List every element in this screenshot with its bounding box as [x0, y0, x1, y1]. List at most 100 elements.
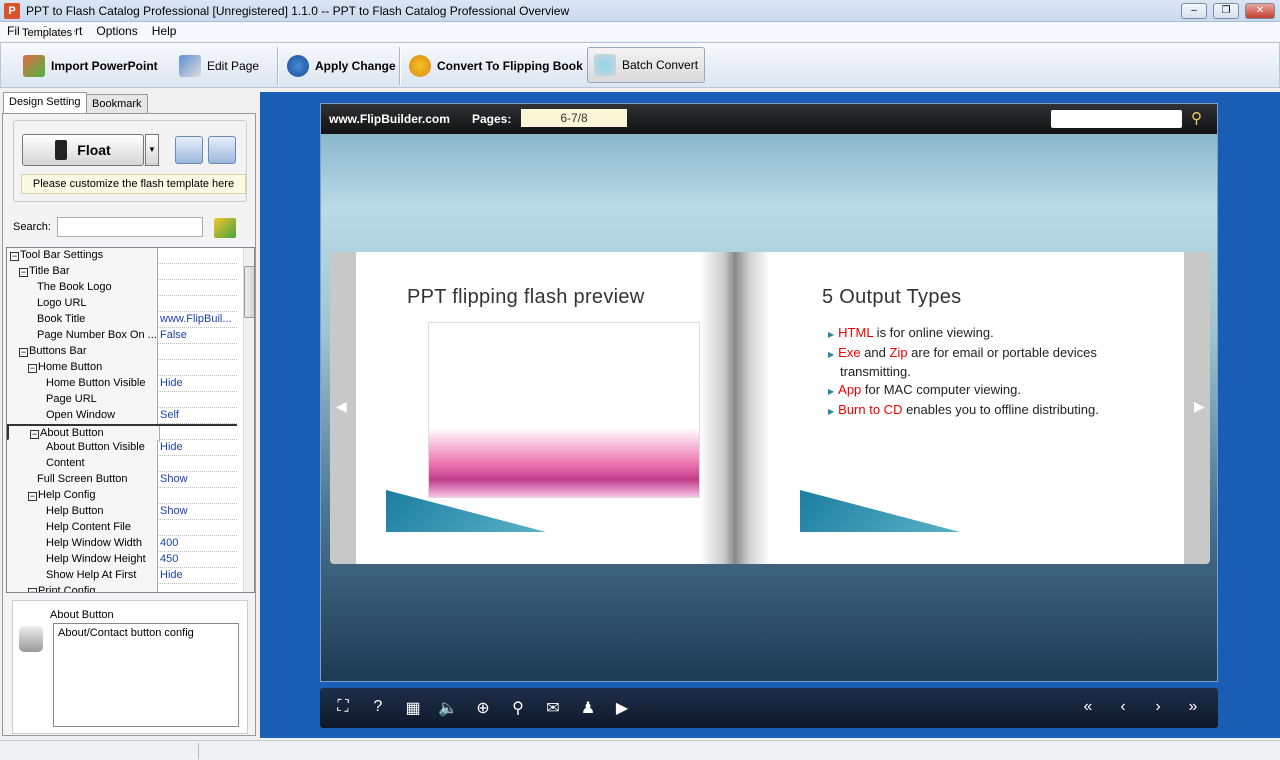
property-label: Tool Bar Settings — [20, 249, 104, 261]
property-row[interactable]: − Tool Bar Settings — [7, 248, 237, 264]
status-bar — [0, 740, 1280, 760]
property-row[interactable]: − Home Button — [7, 360, 237, 376]
divider — [399, 47, 401, 85]
prev-page-icon[interactable]: ‹ — [1113, 698, 1133, 716]
property-value[interactable]: www.FlipBuil... — [160, 312, 232, 327]
flipbook-viewer: www.FlipBuilder.com Pages: 6-7/8 ⚲ ◀ ▶ P… — [320, 103, 1218, 682]
share-icon[interactable]: ♟ — [578, 698, 598, 718]
search-tree-icon[interactable] — [214, 218, 236, 238]
template-select-button[interactable]: Float — [22, 134, 144, 166]
toolbar: Import PowerPoint Edit Page Apply Change… — [0, 42, 1280, 88]
property-label: Full Screen Button — [37, 473, 128, 485]
property-row[interactable]: Help Window Height 450 — [7, 552, 237, 568]
next-page-icon[interactable]: › — [1148, 698, 1168, 716]
pages-label: Pages: — [472, 112, 512, 126]
help-icon[interactable]: ? — [368, 698, 388, 716]
batch-convert-button[interactable]: Batch Convert — [587, 47, 706, 83]
property-value[interactable]: Hide — [160, 568, 183, 583]
edit-template-icon[interactable] — [175, 136, 203, 164]
divider — [277, 47, 279, 85]
first-page-icon[interactable]: « — [1078, 698, 1098, 716]
collapse-icon[interactable]: − — [28, 492, 37, 501]
property-row[interactable]: Book Title www.FlipBuil... — [7, 312, 237, 328]
search-icon[interactable]: ⚲ — [508, 698, 528, 718]
email-icon[interactable]: ✉ — [543, 698, 563, 718]
property-name: Page Number Box On ... — [7, 328, 158, 344]
text: is for online viewing. — [873, 325, 994, 340]
page-number-box[interactable]: 6-7/8 — [521, 109, 627, 127]
book-icon — [55, 140, 68, 160]
collapse-icon[interactable]: − — [10, 252, 19, 261]
viewer-search-input[interactable] — [1051, 110, 1182, 128]
maximize-button[interactable]: ❐ — [1213, 3, 1239, 19]
property-row[interactable]: − About Button — [7, 424, 237, 442]
property-value[interactable]: 400 — [160, 536, 178, 551]
property-value[interactable]: Show — [160, 504, 188, 519]
sound-icon[interactable]: 🔈 — [438, 698, 458, 718]
save-template-icon[interactable] — [208, 136, 236, 164]
zoom-in-icon[interactable]: ⊕ — [473, 698, 493, 718]
property-row[interactable]: − Print Config — [7, 584, 237, 592]
prev-page-arrow[interactable]: ◀ — [336, 398, 347, 415]
convert-button[interactable]: Convert To Flipping Book — [403, 48, 589, 84]
property-value[interactable]: False — [160, 328, 187, 343]
tab-design-setting[interactable]: Design Setting — [3, 92, 87, 114]
property-row[interactable]: Content — [7, 456, 237, 472]
property-row[interactable]: About Button Visible Hide — [7, 440, 237, 456]
property-row[interactable]: Home Button Visible Hide — [7, 376, 237, 392]
search-input[interactable] — [57, 217, 203, 237]
import-powerpoint-button[interactable]: Import PowerPoint — [17, 48, 164, 84]
property-row[interactable]: Open Window Self — [7, 408, 237, 424]
property-row[interactable]: − Buttons Bar — [7, 344, 237, 360]
description-text: About/Contact button config — [53, 623, 239, 727]
fullscreen-icon[interactable]: ⛶ — [333, 698, 353, 716]
property-row[interactable]: Help Window Width 400 — [7, 536, 237, 552]
scrollbar-thumb[interactable] — [244, 266, 254, 318]
window-title: PPT to Flash Catalog Professional [Unreg… — [26, 4, 570, 18]
property-row[interactable]: Page Number Box On ... False — [7, 328, 237, 344]
menu-options[interactable]: Options — [89, 22, 144, 38]
property-row[interactable]: Show Help At First Hide — [7, 568, 237, 584]
property-label: Page Number Box On ... — [37, 329, 157, 341]
thumbnails-icon[interactable]: ▦ — [403, 698, 423, 718]
collapse-icon[interactable]: − — [30, 430, 39, 439]
property-label: Home Button — [38, 361, 103, 373]
property-row[interactable]: Full Screen Button Show — [7, 472, 237, 488]
minimize-button[interactable]: – — [1181, 3, 1207, 19]
search-icon[interactable]: ⚲ — [1191, 109, 1202, 127]
property-row[interactable]: Help Content File — [7, 520, 237, 536]
site-title[interactable]: www.FlipBuilder.com — [329, 112, 450, 126]
property-row[interactable]: Logo URL — [7, 296, 237, 312]
bullet-item: ▶ HTML is for online viewing. — [828, 324, 1148, 343]
autoplay-icon[interactable]: ▶ — [612, 698, 632, 718]
property-row[interactable]: − Title Bar — [7, 264, 237, 280]
property-value[interactable]: Self — [160, 408, 179, 423]
right-page-title: 5 Output Types — [822, 286, 962, 308]
collapse-icon[interactable]: − — [28, 364, 37, 373]
property-label: Book Title — [37, 313, 86, 325]
property-value[interactable]: Hide — [160, 376, 183, 391]
tab-bookmark[interactable]: Bookmark — [86, 94, 148, 114]
property-row[interactable]: The Book Logo — [7, 280, 237, 296]
last-page-icon[interactable]: » — [1183, 698, 1203, 716]
highlight: App — [838, 382, 862, 397]
gear-icon — [409, 55, 431, 77]
bullet-arrow-icon: ▶ — [828, 387, 835, 396]
collapse-icon[interactable]: − — [28, 588, 37, 592]
property-label: Home Button Visible — [46, 377, 146, 389]
property-value[interactable]: 450 — [160, 552, 178, 567]
close-button[interactable]: ✕ — [1245, 3, 1275, 19]
template-dropdown-arrow[interactable]: ▼ — [145, 134, 159, 166]
apply-change-button[interactable]: Apply Change — [281, 48, 402, 84]
property-row[interactable]: Help Button Show — [7, 504, 237, 520]
collapse-icon[interactable]: − — [19, 268, 28, 277]
property-value[interactable]: Hide — [160, 440, 183, 455]
collapse-icon[interactable]: − — [19, 348, 28, 357]
book: ◀ ▶ PPT flipping flash preview 5 Output … — [330, 252, 1210, 564]
menu-help[interactable]: Help — [145, 22, 184, 38]
property-value[interactable]: Show — [160, 472, 188, 487]
property-row[interactable]: − Help Config — [7, 488, 237, 504]
property-row[interactable]: Page URL — [7, 392, 237, 408]
edit-page-button[interactable]: Edit Page — [173, 48, 265, 84]
next-page-arrow[interactable]: ▶ — [1194, 398, 1205, 415]
